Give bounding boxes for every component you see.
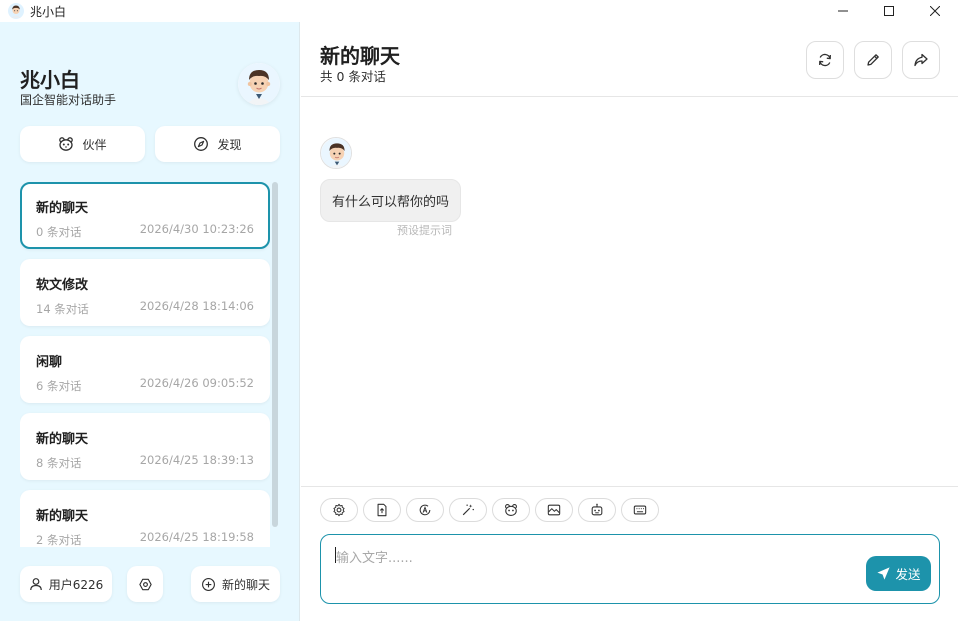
chat-item-time: 2026/4/26 09:05:52 [139, 376, 254, 390]
message-input[interactable]: 输入文字...... 发送 [320, 534, 940, 604]
chat-list: 新的聊天 0 条对话 2026/4/30 10:23:26 软文修改 14 条对… [20, 182, 270, 547]
panda-icon [59, 137, 74, 151]
gear-icon [333, 503, 345, 517]
chat-item[interactable]: 新的聊天 8 条对话 2026/4/25 18:39:13 [20, 413, 270, 480]
discover-button[interactable]: 发现 [155, 126, 280, 162]
maximize-button[interactable] [866, 0, 912, 22]
image-icon [547, 504, 561, 516]
brand-subtitle: 国企智能对话助手 [20, 93, 117, 107]
minimize-button[interactable] [820, 0, 866, 22]
pencil-icon [867, 54, 879, 66]
image-tool[interactable] [535, 498, 573, 522]
input-toolbar [320, 498, 659, 522]
new-chat-button[interactable]: 新的聊天 [191, 566, 280, 602]
close-icon [930, 6, 940, 16]
send-icon [877, 567, 891, 580]
new-chat-label: 新的聊天 [221, 577, 270, 592]
user-icon [29, 578, 42, 591]
assistant-avatar [320, 137, 352, 169]
chat-list-scrollbar[interactable] [272, 182, 278, 547]
chat-item-count: 14 条对话 [36, 302, 89, 316]
shortcut-tool[interactable] [621, 498, 659, 522]
settings-button[interactable] [127, 566, 163, 602]
auto-mode-tool[interactable] [406, 498, 444, 522]
chat-item-title: 软文修改 [36, 278, 89, 293]
window-title: 兆小白 [30, 4, 67, 19]
chat-item[interactable]: 新的聊天 2 条对话 2026/4/25 18:19:58 [20, 490, 270, 547]
partner-button[interactable]: 伙伴 [20, 126, 145, 162]
compass-icon [194, 137, 209, 151]
chat-item-count: 2 条对话 [36, 533, 82, 547]
brand-title: 兆小白 [20, 68, 80, 92]
assistant-message: 有什么可以帮你的吗 [320, 179, 462, 222]
settings-icon [138, 578, 152, 590]
chat-item-title: 新的聊天 [36, 509, 89, 524]
sidebar: 兆小白 国企智能对话助手 伙伴 发现 新的聊天 0 条对话 2026/4/30 … [0, 22, 300, 621]
maximize-icon [884, 6, 894, 16]
input-panel: 输入文字...... 发送 [301, 486, 958, 621]
magic-wand-icon [462, 504, 474, 516]
chat-item-count: 8 条对话 [36, 456, 82, 470]
plus-circle-icon [202, 577, 215, 591]
file-upload-icon [377, 503, 387, 517]
partner-tool[interactable] [492, 498, 530, 522]
chat-panel: 新的聊天 共 0 条对话 有什么可以帮你的吗 预设提示词 输入文字...... … [301, 22, 958, 621]
chat-item[interactable]: 闲聊 6 条对话 2026/4/26 09:05:52 [20, 336, 270, 403]
partner-label: 伙伴 [82, 137, 107, 152]
chat-item-title: 新的聊天 [36, 201, 89, 216]
user-button[interactable]: 用户6226 [20, 566, 112, 602]
chat-item-time: 2026/4/25 18:19:58 [139, 530, 254, 544]
close-window-button[interactable] [912, 0, 958, 22]
upload-file-tool[interactable] [363, 498, 401, 522]
keyboard-icon [633, 505, 647, 515]
chat-item-time: 2026/4/25 18:39:13 [139, 453, 254, 467]
share-button[interactable] [902, 41, 940, 79]
input-placeholder: 输入文字...... [336, 551, 413, 566]
share-icon [914, 53, 928, 67]
send-label: 发送 [895, 567, 921, 582]
chat-item-time: 2026/4/28 18:14:06 [139, 299, 254, 313]
chat-item-time: 2026/4/30 10:23:26 [139, 222, 254, 236]
send-button[interactable]: 发送 [866, 556, 931, 591]
chat-item-count: 6 条对话 [36, 379, 82, 393]
chat-settings-tool[interactable] [320, 498, 358, 522]
user-label: 用户6226 [48, 577, 104, 592]
title-bar: 兆小白 [0, 0, 958, 22]
page-title: 新的聊天 [320, 44, 400, 68]
auto-icon [419, 504, 431, 516]
chat-item-count: 0 条对话 [36, 225, 82, 239]
app-avatar-icon [8, 3, 24, 19]
chat-item-title: 闲聊 [36, 355, 63, 370]
brand-avatar [238, 63, 280, 105]
minimize-icon [838, 10, 848, 12]
refresh-icon [819, 53, 831, 67]
avatar-icon [238, 63, 280, 105]
chat-item-title: 新的聊天 [36, 432, 89, 447]
refresh-button[interactable] [806, 41, 844, 79]
conversation-count: 共 0 条对话 [320, 69, 386, 84]
panda-icon [505, 504, 517, 516]
chat-item[interactable]: 新的聊天 0 条对话 2026/4/30 10:23:26 [20, 182, 270, 249]
chat-header: 新的聊天 共 0 条对话 [301, 22, 958, 97]
robot-tool[interactable] [578, 498, 616, 522]
edit-button[interactable] [854, 41, 892, 79]
avatar-icon [321, 138, 351, 168]
prompt-magic-tool[interactable] [449, 498, 487, 522]
chat-item[interactable]: 软文修改 14 条对话 2026/4/28 18:14:06 [20, 259, 270, 326]
scrollbar-thumb[interactable] [272, 182, 278, 527]
robot-icon [591, 503, 603, 516]
message-note: 预设提示词 [397, 224, 452, 237]
discover-label: 发现 [217, 137, 242, 152]
